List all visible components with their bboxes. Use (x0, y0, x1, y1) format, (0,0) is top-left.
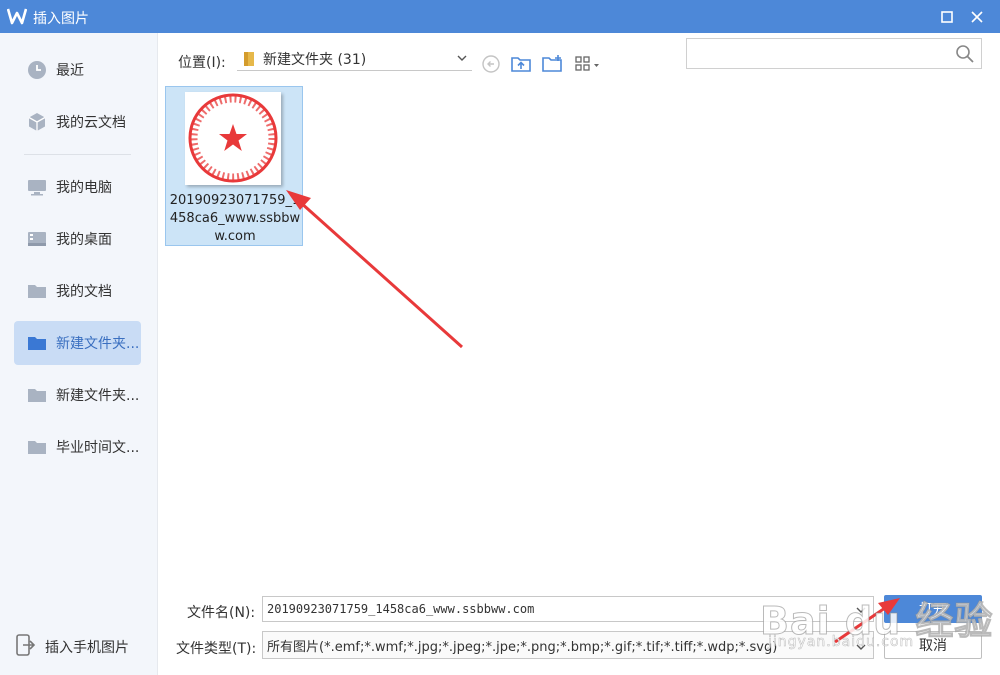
dialog-footer: 文件名(N): 文件类型(T): 所有图片(*.emf;*.wmf;*.jpg;… (158, 590, 1000, 675)
insert-phone-image-label: 插入手机图片 (45, 640, 129, 656)
chevron-down-icon[interactable] (855, 604, 867, 620)
sidebar-divider (24, 154, 131, 155)
filetype-select[interactable]: 所有图片(*.emf;*.wmf;*.jpg;*.jpeg;*.jpe;*.pn… (262, 631, 874, 659)
file-name-label: 20190923071759_14​58ca6_www.ssbbww.​com (169, 193, 301, 244)
folder-up-icon (511, 57, 531, 72)
open-button[interactable]: 打开 (884, 595, 982, 623)
cancel-button[interactable]: 取消 (884, 631, 982, 659)
close-button[interactable] (962, 0, 992, 33)
chevron-down-icon (456, 52, 468, 68)
sidebar-item-recent[interactable]: 最近 (14, 48, 141, 92)
folder-icon (27, 333, 47, 353)
toolbar: 位置(I): 新建文件夹 (31) (158, 33, 1000, 85)
sidebar-item-label: 我的桌面 (56, 232, 112, 248)
sidebar-item-label: 新建文件夹... (56, 336, 140, 352)
back-button[interactable] (478, 52, 504, 76)
sidebar-item-my-computer[interactable]: 我的电脑 (14, 165, 141, 209)
search-icon[interactable] (955, 44, 975, 68)
folder-icon (27, 385, 47, 405)
location-dropdown[interactable]: 新建文件夹 (31) (237, 47, 472, 71)
folder-icon (27, 437, 47, 457)
sidebar-item-label: 毕业时间文... (56, 440, 140, 456)
back-arrow-icon (482, 55, 500, 73)
sidebar: 最近 我的云文档 我的电脑 我的桌面 我的文档 新建文件夹... 新建文件夹..… (0, 33, 158, 675)
search-input[interactable] (687, 39, 947, 68)
filename-input[interactable] (263, 597, 843, 621)
filename-label: 文件名(N): (187, 605, 256, 621)
filetype-label: 文件类型(T): (176, 641, 257, 657)
red-seal-stamp-image (188, 93, 278, 183)
grid-view-icon (575, 56, 599, 71)
search-box[interactable] (686, 38, 982, 69)
location-value: 新建文件夹 (31) (263, 51, 367, 68)
sidebar-item-new-folder-active[interactable]: 新建文件夹... (14, 321, 141, 365)
sidebar-item-label: 我的云文档 (56, 115, 126, 131)
sidebar-item-label: 我的文档 (56, 284, 112, 300)
close-icon (971, 10, 983, 23)
wps-logo-icon (7, 8, 27, 25)
file-thumbnail (185, 92, 281, 185)
sidebar-item-label: 我的电脑 (56, 180, 112, 196)
maximize-icon (941, 10, 953, 23)
file-item[interactable]: 20190923071759_14​58ca6_www.ssbbww.​com (165, 86, 303, 246)
title-bar: 插入图片 (0, 0, 1000, 33)
clock-icon (27, 60, 47, 80)
insert-phone-image-button[interactable]: 插入手机图片 (14, 629, 129, 665)
sidebar-item-label: 最近 (56, 63, 84, 79)
chevron-down-icon (855, 641, 867, 657)
file-list[interactable]: 20190923071759_14​58ca6_www.ssbbww.​com (158, 85, 1000, 590)
sidebar-item-cloud-docs[interactable]: 我的云文档 (14, 100, 141, 144)
folder-icon (27, 281, 47, 301)
filename-combo[interactable] (262, 596, 874, 622)
view-mode-button[interactable] (572, 52, 604, 76)
new-folder-button[interactable] (539, 52, 565, 76)
filetype-value: 所有图片(*.emf;*.wmf;*.jpg;*.jpeg;*.jpe;*.pn… (267, 639, 778, 655)
desktop-icon (27, 229, 47, 249)
phone-import-icon (14, 634, 36, 660)
folder-icon (243, 51, 255, 67)
folder-add-icon (542, 55, 562, 72)
sidebar-item-label: 新建文件夹... (56, 388, 140, 404)
sidebar-item-desktop[interactable]: 我的桌面 (14, 217, 141, 261)
monitor-icon (27, 177, 47, 197)
window-title: 插入图片 (33, 11, 89, 27)
up-folder-button[interactable] (508, 52, 534, 76)
location-label: 位置(I): (178, 55, 226, 71)
cloud-cube-icon (27, 112, 47, 132)
maximize-button[interactable] (932, 0, 962, 33)
sidebar-item-new-folder[interactable]: 新建文件夹... (14, 373, 141, 417)
sidebar-item-my-documents[interactable]: 我的文档 (14, 269, 141, 313)
sidebar-item-graduation-folder[interactable]: 毕业时间文... (14, 425, 141, 469)
